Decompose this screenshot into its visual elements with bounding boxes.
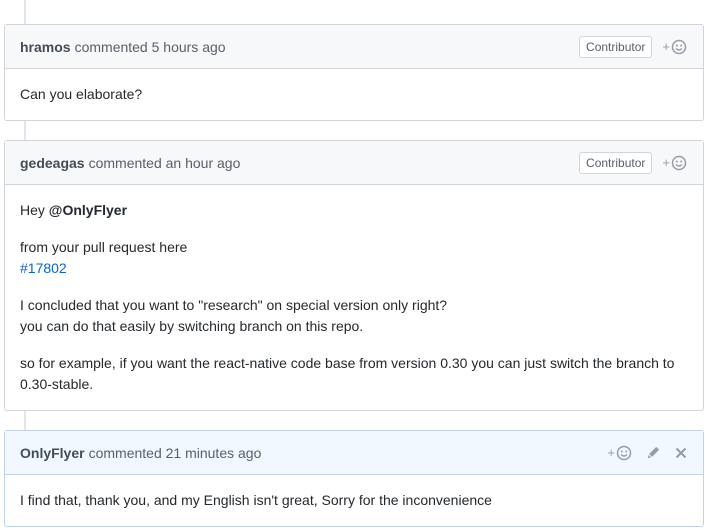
plus-label: +: [662, 39, 670, 54]
comment-header: hramos commented 5 hours ago Contributor …: [5, 25, 703, 69]
timeline-line: [24, 121, 26, 140]
user-mention-link[interactable]: @OnlyFlyer: [49, 202, 127, 218]
comment-text: I concluded that you want to "research" …: [20, 297, 448, 313]
contributor-badge: Contributor: [579, 35, 653, 58]
comment-paragraph: so for example, if you want the react-na…: [20, 355, 675, 392]
comment-author[interactable]: gedeagas: [20, 155, 85, 171]
timeline-line: [24, 411, 26, 430]
comment-text: from your pull request here: [20, 239, 188, 255]
comment-header: gedeagas commented an hour ago Contributo…: [5, 141, 703, 185]
comment-paragraph: from your pull request here #17802: [20, 237, 688, 279]
comment-body: I find that, thank you, and my English i…: [5, 475, 703, 526]
pencil-icon: [647, 446, 660, 459]
delete-comment-button[interactable]: [675, 447, 687, 459]
close-icon: [675, 447, 687, 458]
plus-label: +: [662, 155, 670, 170]
greeting-text: Hey: [20, 202, 45, 218]
smiley-icon: [616, 445, 632, 460]
pull-request-link[interactable]: #17802: [20, 260, 67, 276]
comment-timestamp[interactable]: commented 5 hours ago: [75, 39, 226, 55]
comment-text: Can you elaborate?: [20, 86, 143, 102]
timeline-line: [24, 0, 26, 24]
comment-hramos: hramos commented 5 hours ago Contributor …: [4, 24, 704, 121]
edit-comment-button[interactable]: [646, 445, 661, 460]
smiley-icon: [671, 155, 687, 170]
comment-text: you can do that easily by switching bran…: [20, 318, 364, 334]
contributor-badge: Contributor: [579, 151, 653, 174]
comment-timestamp[interactable]: commented an hour ago: [89, 155, 241, 171]
add-reaction-button[interactable]: +: [662, 39, 687, 55]
comment-author[interactable]: hramos: [20, 39, 71, 55]
comment-gedeagas: gedeagas commented an hour ago Contributo…: [4, 140, 704, 411]
comment-author[interactable]: OnlyFlyer: [20, 445, 85, 461]
comment-timestamp[interactable]: commented 21 minutes ago: [89, 445, 262, 461]
comment-paragraph: Hey @OnlyFlyer: [20, 200, 688, 221]
smiley-icon: [671, 39, 687, 54]
add-reaction-button[interactable]: +: [662, 155, 687, 171]
comment-header: OnlyFlyer commented 21 minutes ago +: [5, 431, 703, 475]
add-reaction-button[interactable]: +: [607, 445, 632, 461]
comment-paragraph: I concluded that you want to "research" …: [20, 295, 688, 337]
comment-text: I find that, thank you, and my English i…: [20, 492, 492, 508]
comment-body: Can you elaborate?: [5, 69, 703, 120]
comment-onlyflyer: OnlyFlyer commented 21 minutes ago + I fi…: [4, 430, 704, 527]
comment-body: Hey @OnlyFlyer from your pull request he…: [5, 185, 703, 410]
plus-label: +: [607, 445, 615, 460]
